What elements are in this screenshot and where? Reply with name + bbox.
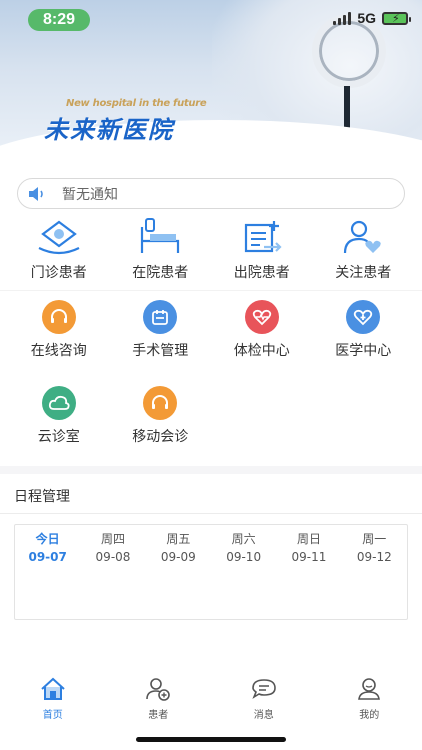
schedule-day[interactable]: 周六 09-10	[211, 530, 276, 564]
patient-followed[interactable]: 关注患者	[313, 216, 415, 288]
battery-icon: ⚡	[382, 11, 411, 25]
service-online-consult[interactable]: 在线咨询	[8, 300, 110, 360]
patient-inpatient[interactable]: 在院患者	[110, 216, 212, 288]
message-icon	[250, 676, 278, 702]
patient-discharged-label: 出院患者	[233, 265, 290, 281]
notice-bar[interactable]: 暂无通知	[17, 178, 405, 209]
schedule-days: 今日 09-07 周四 09-08 周五 09-09 周六 09-10 周日 0…	[15, 525, 407, 564]
service-mobile-consultation-label: 移动会诊	[132, 429, 189, 445]
service-online-consult-label: 在线咨询	[30, 343, 87, 359]
day-weekday: 周日	[296, 532, 321, 546]
day-weekday: 周四	[100, 532, 125, 546]
speaker-icon	[28, 186, 46, 202]
headset-icon	[41, 300, 76, 334]
service-mobile-consultation[interactable]: 移动会诊	[110, 386, 212, 446]
followed-patient-icon	[338, 216, 388, 258]
network-type: 5G	[357, 10, 376, 26]
discharge-icon	[237, 216, 287, 258]
profile-icon	[355, 676, 383, 702]
patient-outpatient-label: 门诊患者	[30, 265, 87, 281]
tab-profile-label: 我的	[359, 710, 380, 721]
day-date: 09-12	[356, 550, 392, 564]
service-surgery-management[interactable]: 手术管理	[110, 300, 212, 360]
home-icon	[39, 676, 67, 702]
patient-categories: 门诊患者 在院患者 出院患者 关注患者	[8, 216, 414, 288]
tab-home[interactable]: 首页	[0, 676, 106, 726]
heart-pulse-icon	[244, 300, 279, 334]
day-date: 09-08	[95, 550, 131, 564]
tab-messages-label: 消息	[253, 710, 274, 721]
schedule-divider	[0, 513, 422, 514]
service-cloud-clinic[interactable]: 云诊室	[8, 386, 110, 446]
medical-cross-icon	[346, 300, 381, 334]
status-time: 8:29	[28, 9, 90, 31]
day-weekday: 周六	[231, 532, 256, 546]
schedule-day[interactable]: 周日 09-11	[276, 530, 341, 564]
banner-subtitle: New hospital in the future	[66, 98, 207, 109]
schedule-day[interactable]: 周四 09-08	[80, 530, 145, 564]
schedule-title: 日程管理	[14, 489, 70, 505]
tab-home-label: 首页	[42, 710, 63, 721]
day-weekday: 今日	[35, 532, 60, 546]
patient-followed-label: 关注患者	[335, 265, 392, 281]
service-medical-center[interactable]: 医学中心	[313, 300, 415, 360]
patient-outpatient[interactable]: 门诊患者	[8, 216, 110, 288]
day-date: 09-11	[291, 550, 327, 564]
service-checkup-center-label: 体检中心	[233, 343, 290, 359]
patient-add-icon	[144, 676, 172, 702]
day-date: 09-07	[28, 550, 67, 564]
service-surgery-management-label: 手术管理	[132, 343, 189, 359]
service-cloud-clinic-label: 云诊室	[37, 429, 80, 445]
schedule-day-today[interactable]: 今日 09-07	[15, 530, 80, 564]
calendar-icon	[143, 300, 178, 334]
service-medical-center-label: 医学中心	[335, 343, 392, 359]
signal-icon	[333, 11, 352, 25]
outpatient-icon	[34, 216, 84, 258]
banner-title: 未来新医院	[44, 116, 174, 144]
section-separator	[0, 466, 422, 474]
home-indicator	[136, 737, 286, 742]
notice-text: 暂无通知	[62, 186, 118, 203]
services-grid: 在线咨询 手术管理 体检中心 医学中心 云诊室 移动会诊	[8, 300, 414, 446]
headset-icon	[143, 386, 178, 420]
tab-messages[interactable]: 消息	[211, 676, 317, 726]
status-indicators: 5G ⚡	[333, 10, 411, 26]
bottom-tab-bar: 首页 患者 消息 我的	[0, 676, 422, 726]
divider	[0, 290, 422, 291]
day-date: 09-10	[226, 550, 262, 564]
day-weekday: 周一	[362, 532, 387, 546]
cloud-clinic-icon	[41, 386, 76, 420]
tab-patients-label: 患者	[148, 710, 169, 721]
patient-discharged[interactable]: 出院患者	[211, 216, 313, 288]
tab-profile[interactable]: 我的	[317, 676, 422, 726]
schedule-day[interactable]: 周一 09-12	[342, 530, 407, 564]
service-checkup-center[interactable]: 体检中心	[211, 300, 313, 360]
schedule-calendar: 今日 09-07 周四 09-08 周五 09-09 周六 09-10 周日 0…	[14, 524, 408, 620]
schedule-day[interactable]: 周五 09-09	[146, 530, 211, 564]
day-date: 09-09	[160, 550, 196, 564]
tab-patients[interactable]: 患者	[106, 676, 212, 726]
patient-inpatient-label: 在院患者	[132, 265, 189, 281]
inpatient-bed-icon	[135, 216, 185, 258]
day-weekday: 周五	[166, 532, 191, 546]
